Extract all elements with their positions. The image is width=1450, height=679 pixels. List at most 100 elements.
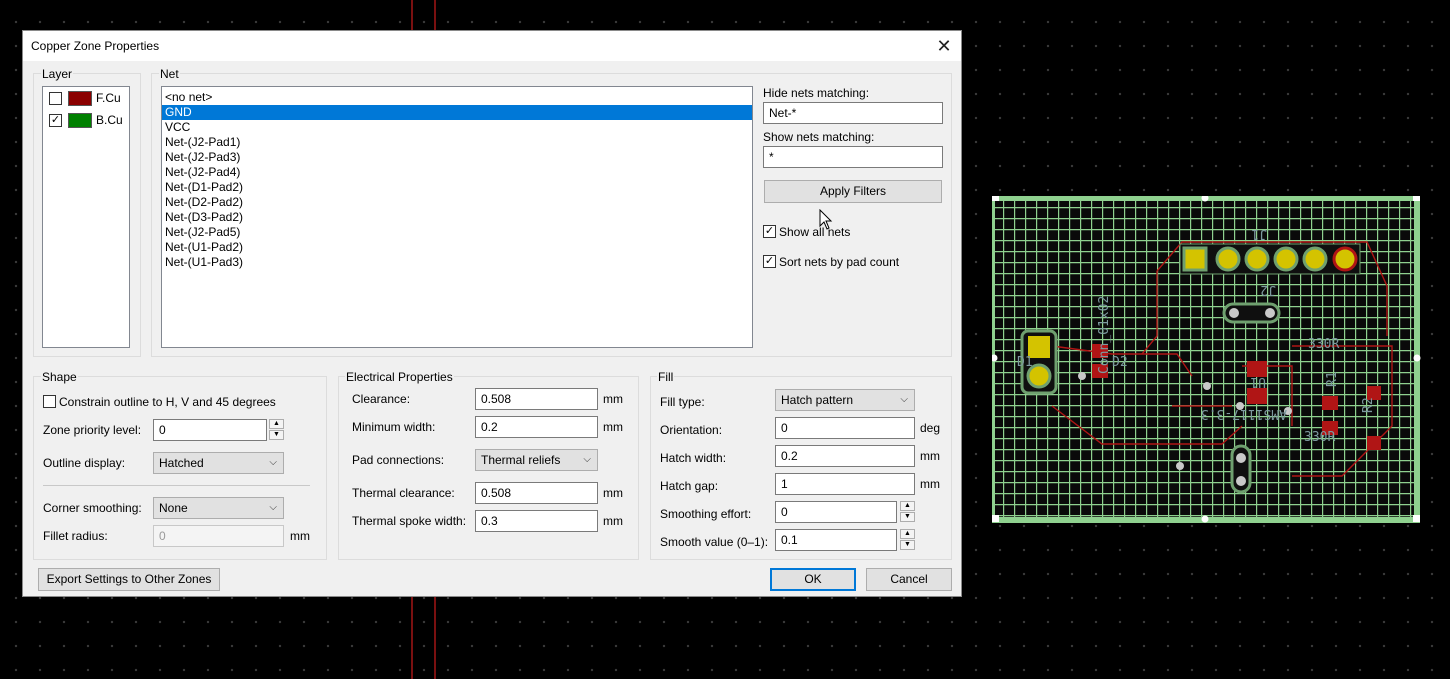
handle-bottom-right-icon[interactable] (1413, 515, 1420, 522)
thermal-spoke-input[interactable]: 0.3 (475, 510, 598, 532)
silk-label-u1: U1 (1250, 374, 1266, 389)
thermal-clearance-unit: mm (603, 486, 623, 500)
handle-bottom-left-icon[interactable] (992, 515, 999, 522)
silk-label-r-top: 330R (1308, 337, 1339, 352)
apply-filters-button[interactable]: Apply Filters (764, 180, 942, 203)
net-list-item[interactable]: GND (162, 105, 752, 120)
orientation-label: Orientation: (660, 423, 723, 437)
net-list-item[interactable]: <no net> (162, 90, 752, 105)
hatch-gap-input[interactable]: 1 (775, 473, 915, 495)
export-settings-button[interactable]: Export Settings to Other Zones (38, 568, 220, 591)
fill-type-label: Fill type: (660, 395, 705, 409)
min-width-label: Minimum width: (352, 420, 436, 434)
hide-nets-label: Hide nets matching: (763, 86, 870, 100)
silk-label-conn: Conn_01x02 (1097, 296, 1112, 374)
outline-display-select[interactable]: Hatched ⌵ (153, 452, 284, 474)
net-list-item[interactable]: Net-(U1-Pad2) (162, 240, 752, 255)
net-list-item[interactable]: Net-(J2-Pad3) (162, 150, 752, 165)
hatch-width-input[interactable]: 0.2 (775, 445, 915, 467)
net-list-item[interactable]: Net-(D3-Pad2) (162, 210, 752, 225)
cancel-button[interactable]: Cancel (866, 568, 952, 591)
handle-top-right-icon[interactable] (1413, 196, 1420, 201)
hide-nets-input[interactable]: Net-* (763, 102, 943, 124)
ok-button[interactable]: OK (770, 568, 856, 591)
smooth-value-label: Smooth value (0–1): (660, 535, 769, 549)
thermal-spoke-label: Thermal spoke width: (352, 514, 467, 528)
pad-connections-select[interactable]: Thermal reliefs ⌵ (475, 449, 598, 471)
layer-name-fcu: F.Cu (96, 91, 121, 105)
show-nets-input[interactable]: * (763, 146, 943, 168)
fill-type-select[interactable]: Hatch pattern ⌵ (775, 389, 915, 411)
thermal-clearance-input[interactable]: 0.508 (475, 482, 598, 504)
net-list-item[interactable]: Net-(D1-Pad2) (162, 180, 752, 195)
priority-input[interactable]: 0 (153, 419, 267, 441)
layer-checkbox-fcu[interactable] (49, 92, 62, 105)
hatch-gap-unit: mm (920, 477, 940, 491)
thermal-clearance-label: Thermal clearance: (352, 486, 455, 500)
layer-color-swatch (68, 91, 92, 106)
silk-label-d1: D1 (1017, 355, 1033, 370)
divider (43, 485, 310, 486)
handle-right-mid-icon[interactable] (1413, 354, 1421, 362)
priority-spin[interactable]: ▲ ▼ (269, 419, 284, 441)
clearance-unit: mm (603, 392, 623, 406)
show-all-nets-checkbox[interactable]: ✓ (763, 225, 776, 238)
corner-smoothing-select[interactable]: None ⌵ (153, 497, 284, 519)
pad-connections-value: Thermal reliefs (481, 453, 561, 467)
silk-label-j2: J2 (1260, 282, 1276, 297)
layer-color-swatch (68, 113, 92, 128)
smoothing-effort-input[interactable]: 0 (775, 501, 897, 523)
layer-list[interactable]: F.Cu ✓ B.Cu (42, 86, 130, 348)
hatch-gap-label: Hatch gap: (660, 479, 719, 493)
show-nets-label: Show nets matching: (763, 130, 875, 144)
fillet-unit: mm (290, 529, 310, 543)
handle-top-left-icon[interactable] (992, 196, 999, 201)
net-list[interactable]: <no net> GND VCC Net-(J2-Pad1) Net-(J2-Pad3)… (161, 86, 753, 348)
smoothing-effort-spin[interactable]: ▲ ▼ (900, 501, 915, 523)
spin-down-icon[interactable]: ▼ (900, 512, 915, 522)
clearance-input[interactable]: 0.508 (475, 388, 598, 410)
net-list-item[interactable]: Net-(J2-Pad4) (162, 165, 752, 180)
outline-display-value: Hatched (159, 456, 204, 470)
constrain-outline-checkbox[interactable] (43, 395, 56, 408)
smooth-value-input[interactable]: 0.1 (775, 529, 897, 551)
net-list-item[interactable]: Net-(J2-Pad1) (162, 135, 752, 150)
show-all-nets-label: Show all nets (779, 225, 851, 239)
layer-checkbox-bcu[interactable]: ✓ (49, 114, 62, 127)
net-group-label: Net (159, 67, 180, 81)
sort-nets-checkbox[interactable]: ✓ (763, 255, 776, 268)
pcb-board-canvas[interactable]: J1 J2 U1 330R Conn_01x02 D1 D2 AMS1117-3… (992, 196, 1422, 524)
pad-connections-label: Pad connections: (352, 453, 445, 467)
silk-label-r-bottom: 330R (1304, 430, 1335, 445)
silk-label-j1: J1 (1251, 226, 1267, 241)
title-bar: Copper Zone Properties ✕ (23, 31, 961, 61)
mouse-cursor-icon (819, 209, 833, 230)
spin-up-icon[interactable]: ▲ (900, 501, 915, 511)
silk-label-r2: R2 (1361, 397, 1376, 413)
fillet-radius-input[interactable]: 0 (153, 525, 284, 547)
hatch-width-unit: mm (920, 449, 940, 463)
close-icon[interactable]: ✕ (931, 33, 957, 59)
chevron-down-icon: ⌵ (269, 457, 277, 468)
smooth-value-spin[interactable]: ▲ ▼ (900, 529, 915, 551)
layer-name-bcu: B.Cu (96, 113, 123, 127)
orientation-input[interactable]: 0 (775, 417, 915, 439)
sort-nets-label: Sort nets by pad count (779, 255, 900, 269)
handle-bottom-mid-icon[interactable] (1201, 515, 1209, 523)
thermal-spoke-unit: mm (603, 514, 623, 528)
spin-up-icon[interactable]: ▲ (269, 419, 284, 429)
net-list-item[interactable]: Net-(J2-Pad5) (162, 225, 752, 240)
net-list-item[interactable]: VCC (162, 120, 752, 135)
min-width-input[interactable]: 0.2 (475, 416, 598, 438)
chevron-down-icon: ⌵ (583, 454, 591, 465)
net-list-item[interactable]: Net-(U1-Pad3) (162, 255, 752, 270)
corner-smoothing-label: Corner smoothing: (43, 501, 142, 515)
chevron-down-icon: ⌵ (900, 394, 908, 405)
net-list-item[interactable]: Net-(D2-Pad2) (162, 195, 752, 210)
spin-down-icon[interactable]: ▼ (900, 540, 915, 550)
hatch-width-label: Hatch width: (660, 451, 727, 465)
spin-down-icon[interactable]: ▼ (269, 430, 284, 440)
shape-group-label: Shape (41, 370, 78, 384)
spin-up-icon[interactable]: ▲ (900, 529, 915, 539)
dialog-title: Copper Zone Properties (31, 39, 160, 53)
